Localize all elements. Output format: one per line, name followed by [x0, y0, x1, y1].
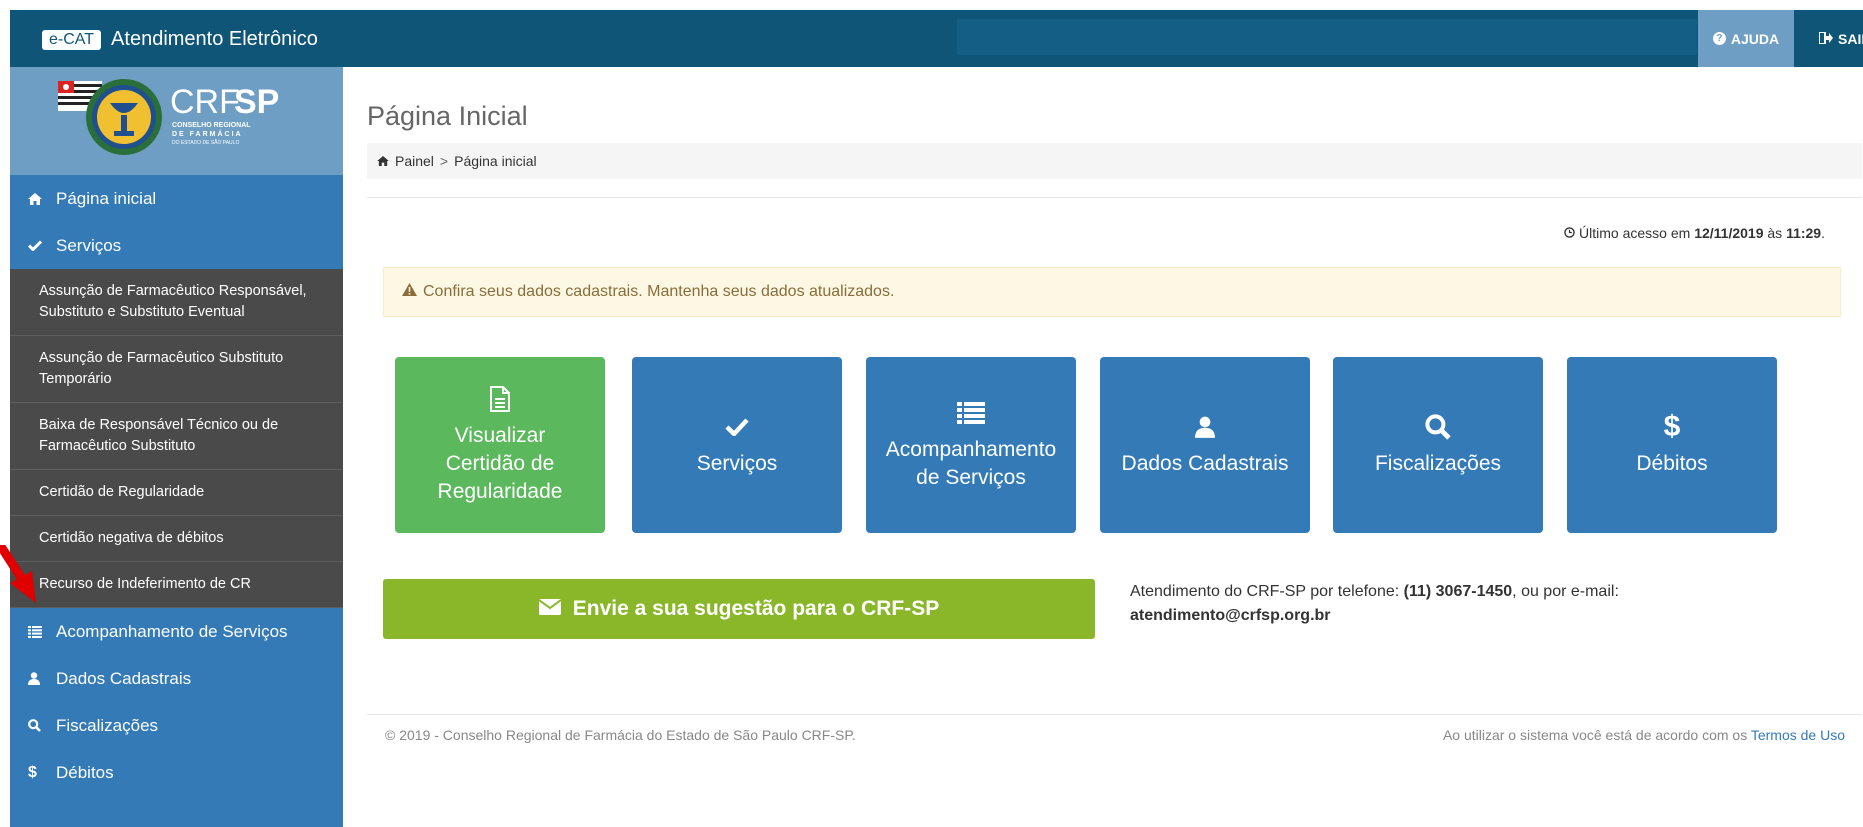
- breadcrumb: Painel > Página inicial: [367, 143, 1862, 179]
- submenu-item-label: Recurso de Indeferimento de CR: [39, 576, 251, 592]
- tile-servicos[interactable]: Serviços: [632, 357, 842, 533]
- contact-info: Atendimento do CRF-SP por telefone: (11)…: [1130, 580, 1690, 628]
- check-icon: [28, 240, 56, 251]
- contact-prefix: Atendimento do CRF-SP por telefone:: [1130, 583, 1400, 600]
- tile-dados-cadastrais[interactable]: Dados Cadastrais: [1100, 357, 1310, 533]
- crf-sp-emblem: CRF SP CONSELHO REGIONAL DE FARMÁCIA DO …: [58, 79, 279, 155]
- home-icon: [377, 153, 389, 169]
- help-label: AJUDA: [1730, 30, 1780, 47]
- sidebar-item-registration[interactable]: Dados Cadastrais: [10, 655, 343, 702]
- sidebar-item-label: Dados Cadastrais: [56, 668, 192, 688]
- terms-link[interactable]: Termos de Uso: [1751, 727, 1845, 743]
- contact-email[interactable]: atendimento@crfsp.org.br: [1130, 607, 1331, 624]
- envelope-icon: [538, 597, 562, 621]
- tile-certidao-regularidade[interactable]: Visualizar Certidão de Regularidade: [395, 357, 605, 533]
- tile-label: Fiscalizações: [1374, 452, 1502, 475]
- list-icon: [28, 625, 56, 638]
- dollar-icon: $: [1663, 410, 1681, 443]
- divider: [367, 197, 1862, 198]
- logout-label: SAIR: [1838, 30, 1863, 47]
- last-access-date: 12/11/2019: [1694, 225, 1764, 241]
- app-title: Atendimento Eletrônico: [111, 28, 318, 50]
- tile-debitos[interactable]: $ Débitos: [1567, 357, 1777, 533]
- send-suggestion-button[interactable]: Envie a sua sugestão para o CRF-SP: [383, 579, 1095, 639]
- breadcrumb-home-link[interactable]: Painel: [395, 153, 434, 169]
- tile-label: Dados Cadastrais: [1121, 452, 1289, 475]
- last-access-mid: às: [1767, 225, 1783, 241]
- logo-line2: DE FARMÁCIA: [172, 129, 243, 138]
- last-access-time: 11:29: [1786, 225, 1822, 241]
- alert-text: Confira seus dados cadastrais. Mantenha …: [423, 283, 895, 300]
- sidebar-item-label: Acompanhamento de Serviços: [56, 621, 288, 641]
- breadcrumb-separator: >: [439, 153, 449, 169]
- user-icon: [1195, 412, 1215, 442]
- app-brand[interactable]: e-CAT Atendimento Eletrônico: [42, 28, 318, 51]
- submenu-item-baixa-responsavel[interactable]: Baixa de Responsável Técnico ou de Farma…: [10, 403, 343, 470]
- warning-icon: [402, 283, 417, 301]
- home-icon: [28, 192, 56, 205]
- logo-line3: DO ESTADO DE SÃO PAULO: [172, 139, 239, 146]
- app-badge: e-CAT: [42, 29, 102, 50]
- submenu-item-certidao-negativa[interactable]: Certidão negativa de débitos: [10, 516, 343, 562]
- tile-label: Acompanhamento de Serviços: [885, 438, 1057, 489]
- submenu-item-label: Certidão de Regularidade: [39, 484, 205, 500]
- tile-fiscalizacoes[interactable]: Fiscalizações: [1333, 357, 1543, 533]
- user-icon: [28, 672, 56, 685]
- tile-label: Serviços: [696, 452, 778, 475]
- tile-label: Visualizar Certidão de Regularidade: [437, 424, 563, 503]
- top-search-field[interactable]: [957, 19, 1697, 55]
- sidebar-item-debts[interactable]: $ Débitos: [10, 749, 343, 796]
- last-access-prefix: Último acesso em: [1579, 225, 1691, 241]
- footer-terms: Ao utilizar o sistema você está de acord…: [1443, 727, 1845, 743]
- submenu-item-label: Baixa de Responsável Técnico ou de Farma…: [39, 417, 279, 454]
- list-icon: [957, 398, 985, 428]
- check-icon: [725, 412, 749, 442]
- sidebar-item-label: Página inicial: [56, 188, 157, 208]
- last-access-info: Último acesso em 12/11/2019 às 11:29.: [1564, 225, 1825, 241]
- breadcrumb-current: Página inicial: [454, 153, 537, 169]
- sidebar-item-tracking[interactable]: Acompanhamento de Serviços: [10, 608, 343, 655]
- contact-phone: (11) 3067-1450: [1403, 583, 1513, 600]
- submenu-item-certidao-regularidade[interactable]: Certidão de Regularidade: [10, 470, 343, 516]
- sidebar-item-label: Serviços: [56, 235, 122, 255]
- dollar-icon: $: [28, 763, 37, 781]
- search-icon: [1425, 412, 1451, 442]
- suggestion-label: Envie a sua sugestão para o CRF-SP: [572, 597, 940, 620]
- logo-name-a: CRF: [170, 83, 240, 121]
- submenu-item-assuncao-responsavel[interactable]: Assunção de Farmacêutico Responsável, Su…: [10, 269, 343, 336]
- sidebar-item-services[interactable]: Serviços: [10, 222, 343, 269]
- question-circle-icon: ?: [1712, 32, 1726, 45]
- page-title: Página Inicial: [367, 101, 528, 131]
- crf-sp-logo: CRF SP CONSELHO REGIONAL DE FARMÁCIA DO …: [10, 67, 343, 175]
- sidebar-item-inspections[interactable]: Fiscalizações: [10, 702, 343, 749]
- sidebar: CRF SP CONSELHO REGIONAL DE FARMÁCIA DO …: [10, 67, 343, 827]
- footer-copyright: © 2019 - Conselho Regional de Farmácia d…: [385, 727, 856, 743]
- sidebar-item-home[interactable]: Página inicial: [10, 175, 343, 222]
- main-content: Página Inicial Painel > Página inicial Ú…: [343, 67, 1863, 827]
- tile-acompanhamento[interactable]: Acompanhamento de Serviços: [866, 357, 1076, 533]
- submenu-item-label: Certidão negativa de débitos: [39, 530, 224, 546]
- file-text-icon: [489, 384, 511, 414]
- submenu-item-recurso-indeferimento[interactable]: Recurso de Indeferimento de CR: [10, 562, 343, 608]
- clock-icon: [1564, 225, 1579, 241]
- contact-mid: , ou por e-mail:: [1512, 583, 1619, 600]
- sign-out-icon: [1818, 30, 1833, 47]
- logo-name-b: SP: [234, 83, 279, 121]
- top-navbar: e-CAT Atendimento Eletrônico ? AJUDA SAI…: [10, 10, 1863, 67]
- search-icon: [28, 719, 56, 732]
- logo-line1: CONSELHO REGIONAL: [172, 122, 251, 129]
- annotation-arrow: [0, 545, 36, 603]
- footer-divider: [367, 714, 1862, 715]
- warning-alert: Confira seus dados cadastrais. Mantenha …: [383, 267, 1841, 317]
- submenu-item-label: Assunção de Farmacêutico Responsável, Su…: [39, 283, 307, 320]
- submenu-item-assuncao-temporario[interactable]: Assunção de Farmacêutico Substituto Temp…: [10, 336, 343, 403]
- terms-prefix: Ao utilizar o sistema você está de acord…: [1442, 727, 1748, 743]
- submenu-item-label: Assunção de Farmacêutico Substituto Temp…: [39, 350, 284, 387]
- logout-button[interactable]: SAIR: [1807, 10, 1863, 67]
- sidebar-item-label: Débitos: [56, 762, 114, 782]
- sidebar-item-label: Fiscalizações: [56, 715, 159, 735]
- tile-label: Débitos: [1636, 452, 1708, 475]
- help-button[interactable]: ? AJUDA: [1698, 10, 1794, 67]
